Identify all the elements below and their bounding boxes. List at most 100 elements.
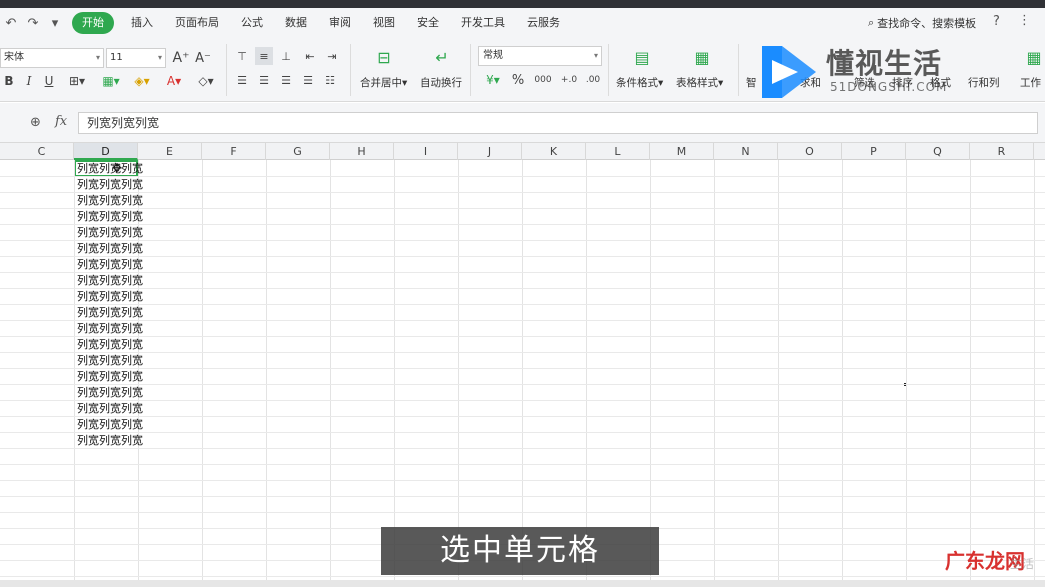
cell-d9[interactable]: 列宽列宽列宽 bbox=[77, 289, 167, 305]
cell-d17[interactable]: 列宽列宽列宽 bbox=[77, 417, 167, 433]
italic-icon[interactable]: I bbox=[22, 72, 36, 90]
grid-row-line bbox=[0, 512, 1045, 513]
window-top-strip bbox=[0, 0, 1045, 8]
cell-d12[interactable]: 列宽列宽列宽 bbox=[77, 337, 167, 353]
table-style-button[interactable]: 表格样式▾ bbox=[676, 75, 723, 90]
thousands-icon[interactable]: 000 bbox=[534, 71, 552, 89]
number-format-select[interactable]: 常规 ▾ bbox=[478, 46, 602, 66]
tab-review[interactable]: 审阅 bbox=[318, 12, 362, 34]
percent-icon[interactable]: % bbox=[510, 71, 526, 89]
tab-developer[interactable]: 开发工具 bbox=[450, 12, 516, 34]
cell-d1[interactable]: 列宽列宽列宽 bbox=[77, 161, 167, 177]
cell-d18[interactable]: 列宽列宽列宽 bbox=[77, 433, 167, 449]
column-header-i[interactable]: I bbox=[394, 143, 458, 160]
cell-d4[interactable]: 列宽列宽列宽 bbox=[77, 209, 167, 225]
conditional-format-button[interactable]: 条件格式▾ bbox=[616, 75, 663, 90]
fill-color-icon[interactable]: ◈▾ bbox=[130, 72, 154, 90]
column-header-f[interactable]: F bbox=[202, 143, 266, 160]
align-left-icon[interactable]: ☰ bbox=[234, 72, 250, 88]
cell-d11[interactable]: 列宽列宽列宽 bbox=[77, 321, 167, 337]
underline-icon[interactable]: U bbox=[42, 72, 56, 90]
chevron-down-icon: ▾ bbox=[95, 53, 100, 62]
column-header-q[interactable]: Q bbox=[906, 143, 970, 160]
tab-home[interactable]: 开始 bbox=[72, 12, 114, 34]
tab-formulas[interactable]: 公式 bbox=[230, 12, 274, 34]
column-header-h[interactable]: H bbox=[330, 143, 394, 160]
wrap-text-button[interactable]: 自动换行 bbox=[420, 75, 462, 90]
align-right-icon[interactable]: ☰ bbox=[278, 72, 294, 88]
clear-format-icon[interactable]: ◇▾ bbox=[194, 72, 218, 90]
column-header-n[interactable]: N bbox=[714, 143, 778, 160]
justify-icon[interactable]: ☰ bbox=[300, 72, 316, 88]
cell-d8[interactable]: 列宽列宽列宽 bbox=[77, 273, 167, 289]
column-header-j[interactable]: J bbox=[458, 143, 522, 160]
quick-access-dropdown-icon[interactable]: ▾ bbox=[44, 12, 66, 34]
cell-d10[interactable]: 列宽列宽列宽 bbox=[77, 305, 167, 321]
decrease-font-icon[interactable]: A⁻ bbox=[194, 48, 212, 68]
increase-font-icon[interactable]: A⁺ bbox=[172, 48, 190, 68]
tab-data[interactable]: 数据 bbox=[274, 12, 318, 34]
column-header-r[interactable]: R bbox=[970, 143, 1034, 160]
tab-page-layout[interactable]: 页面布局 bbox=[164, 12, 230, 34]
align-center-icon[interactable]: ☰ bbox=[256, 72, 272, 88]
smart-tool-partial-label[interactable]: 智 bbox=[746, 75, 757, 90]
font-size-select[interactable]: 11 ▾ bbox=[106, 48, 166, 68]
decrease-decimal-icon[interactable]: .00 bbox=[584, 71, 602, 89]
command-search[interactable]: ⌕ 查找命令、搜索模板 bbox=[868, 15, 976, 31]
worksheet-partial-label[interactable]: 工作 bbox=[1020, 75, 1041, 90]
column-header-g[interactable]: G bbox=[266, 143, 330, 160]
bottom-scroll-strip[interactable] bbox=[0, 580, 1045, 587]
cell-d5[interactable]: 列宽列宽列宽 bbox=[77, 225, 167, 241]
font-name-select[interactable]: 宋体 ▾ bbox=[0, 48, 104, 68]
font-color-icon[interactable]: A▾ bbox=[162, 72, 186, 90]
cell-d3[interactable]: 列宽列宽列宽 bbox=[77, 193, 167, 209]
border-icon[interactable]: ⊞▾ bbox=[66, 72, 88, 90]
column-header-d[interactable]: D bbox=[74, 143, 138, 160]
column-header-c[interactable]: C bbox=[10, 143, 74, 160]
cell-d14[interactable]: 列宽列宽列宽 bbox=[77, 369, 167, 385]
column-header-p[interactable]: P bbox=[842, 143, 906, 160]
cell-style-icon[interactable]: ▦▾ bbox=[98, 72, 124, 90]
table-style-icon[interactable]: ▦ bbox=[690, 46, 714, 68]
column-header-m[interactable]: M bbox=[650, 143, 714, 160]
cell-d16[interactable]: 列宽列宽列宽 bbox=[77, 401, 167, 417]
cell-grid[interactable]: ✥ 列宽列宽列宽 列宽列宽列宽 列宽列宽列宽 列宽列宽列宽 列宽列宽列宽 列宽列宽列宽 列宽… bbox=[0, 160, 1045, 587]
tab-cloud[interactable]: 云服务 bbox=[516, 12, 571, 34]
wrap-text-icon[interactable]: ↵ bbox=[430, 46, 454, 68]
undo-icon[interactable]: ↶ bbox=[0, 12, 22, 34]
bold-icon[interactable]: B bbox=[2, 72, 16, 90]
distribute-icon[interactable]: ☷ bbox=[322, 72, 338, 88]
tab-insert[interactable]: 插入 bbox=[120, 12, 164, 34]
column-header-e[interactable]: E bbox=[138, 143, 202, 160]
menu-bar: ↶ ↷ ▾ 开始 插入 页面布局 公式 数据 审阅 视图 安全 开发工具 云服务… bbox=[0, 8, 1045, 38]
increase-decimal-icon[interactable]: +.0 bbox=[560, 71, 578, 89]
zoom-icon[interactable]: ⊕ bbox=[30, 115, 41, 130]
column-header-l[interactable]: L bbox=[586, 143, 650, 160]
fx-icon[interactable]: fx bbox=[55, 114, 67, 129]
cell-d15[interactable]: 列宽列宽列宽 bbox=[77, 385, 167, 401]
align-middle-icon[interactable]: ≡ bbox=[255, 47, 273, 65]
rows-cols-partial-label[interactable]: 行和列 bbox=[968, 75, 1000, 90]
search-icon: ⌕ bbox=[868, 16, 875, 29]
tab-view[interactable]: 视图 bbox=[362, 12, 406, 34]
tab-security[interactable]: 安全 bbox=[406, 12, 450, 34]
worksheet-icon[interactable]: ▦ bbox=[1024, 46, 1044, 68]
indent-increase-icon[interactable]: ⇥ bbox=[324, 48, 340, 64]
cell-d7[interactable]: 列宽列宽列宽 bbox=[77, 257, 167, 273]
column-header-k[interactable]: K bbox=[522, 143, 586, 160]
align-top-icon[interactable]: ⊤ bbox=[234, 48, 250, 64]
conditional-format-icon[interactable]: ▤ bbox=[630, 46, 654, 68]
column-header-o[interactable]: O bbox=[778, 143, 842, 160]
help-icon[interactable]: ? bbox=[993, 14, 1000, 29]
more-options-icon[interactable]: ⋮ bbox=[1018, 13, 1031, 28]
cell-d2[interactable]: 列宽列宽列宽 bbox=[77, 177, 167, 193]
redo-icon[interactable]: ↷ bbox=[22, 12, 44, 34]
indent-decrease-icon[interactable]: ⇤ bbox=[302, 48, 318, 64]
cell-d6[interactable]: 列宽列宽列宽 bbox=[77, 241, 167, 257]
formula-input[interactable]: 列宽列宽列宽 bbox=[78, 112, 1038, 134]
cell-d13[interactable]: 列宽列宽列宽 bbox=[77, 353, 167, 369]
merge-center-icon[interactable]: ⊟ bbox=[372, 46, 396, 68]
currency-icon[interactable]: ¥▾ bbox=[482, 71, 504, 89]
merge-center-button[interactable]: 合并居中▾ bbox=[360, 75, 407, 90]
align-bottom-icon[interactable]: ⊥ bbox=[278, 48, 294, 64]
